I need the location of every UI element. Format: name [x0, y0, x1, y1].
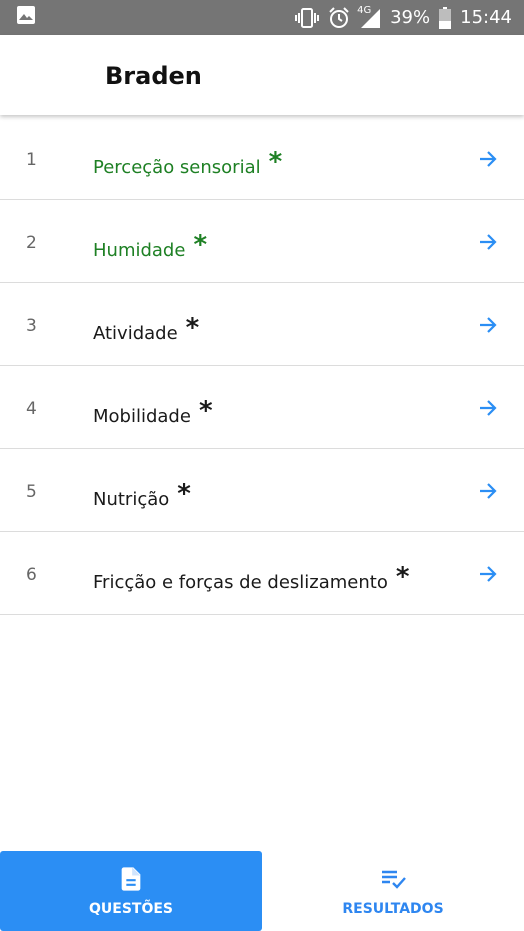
question-label: Mobilidade * [93, 396, 213, 427]
question-number: 6 [26, 565, 37, 585]
question-number: 2 [26, 233, 37, 253]
vibrate-icon [295, 7, 320, 29]
question-label: Atividade * [93, 313, 200, 344]
image-icon [16, 5, 36, 30]
arrow-right-icon[interactable] [476, 313, 500, 337]
tab-results[interactable]: RESULTADOS [262, 851, 524, 931]
network-type: 4G [357, 4, 372, 16]
question-number: 1 [26, 150, 37, 170]
arrow-right-icon[interactable] [476, 479, 500, 503]
question-row-1[interactable]: 1 Perceção sensorial * [0, 117, 524, 200]
tab-questions[interactable]: QUESTÕES [0, 851, 262, 931]
required-marker: * [395, 562, 410, 592]
required-marker: * [193, 230, 208, 260]
question-list: 1 Perceção sensorial * 2 Humidade * 3 Ativ… [0, 117, 524, 615]
question-row-5[interactable]: 5 Nutrição * [0, 449, 524, 532]
checklist-icon [382, 870, 406, 889]
arrow-right-icon[interactable] [476, 396, 500, 420]
tab-questions-label: QUESTÕES [88, 901, 173, 917]
question-row-2[interactable]: 2 Humidade * [0, 200, 524, 283]
clock: 15:44 [460, 7, 512, 28]
tab-results-label: RESULTADOS [342, 901, 444, 917]
question-label: Fricção e forças de deslizamento * [93, 562, 410, 593]
required-marker: * [198, 396, 213, 426]
battery-icon [439, 6, 452, 29]
battery-percentage: 39% [390, 7, 431, 28]
document-icon [121, 867, 141, 891]
question-row-3[interactable]: 3 Atividade * [0, 283, 524, 366]
page-title: Braden [105, 62, 202, 90]
question-label: Humidade * [93, 230, 208, 261]
question-number: 3 [26, 316, 37, 336]
required-marker: * [177, 479, 191, 509]
app-bar: Braden [0, 35, 524, 115]
arrow-right-icon[interactable] [476, 230, 500, 254]
question-row-6[interactable]: 6 Fricção e forças de deslizamento * [0, 532, 524, 615]
question-label: Perceção sensorial * [93, 147, 283, 178]
arrow-right-icon[interactable] [476, 562, 500, 586]
required-marker: * [185, 313, 200, 343]
required-marker: * [268, 147, 283, 177]
question-number: 5 [26, 482, 37, 502]
question-label: Nutrição * [93, 479, 191, 510]
bottom-navigation: QUESTÕES RESULTADOS [0, 851, 524, 931]
alarm-icon [328, 6, 350, 29]
question-number: 4 [26, 399, 37, 419]
status-bar: 4G 39% 15:44 [0, 0, 524, 35]
question-row-4[interactable]: 4 Mobilidade * [0, 366, 524, 449]
arrow-right-icon[interactable] [476, 147, 500, 171]
